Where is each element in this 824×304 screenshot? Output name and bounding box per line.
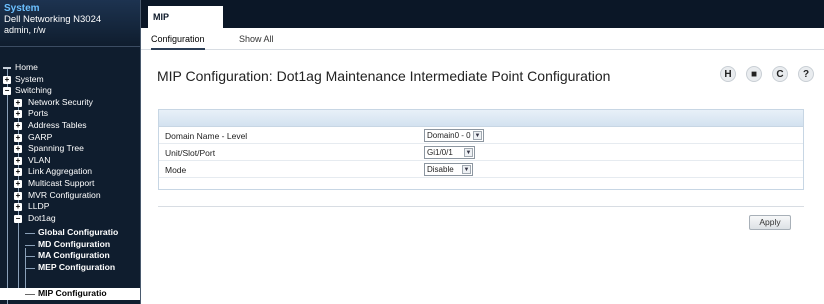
- sidebar-item-address-tables[interactable]: + Address Tables: [0, 120, 140, 132]
- expand-plus-icon[interactable]: +: [14, 180, 22, 188]
- domain-select[interactable]: Domain0 - 0 ▼: [424, 129, 484, 142]
- collapse-minus-icon[interactable]: −: [3, 87, 11, 96]
- sidebar-item-md-configuration[interactable]: MD Configuration: [0, 239, 140, 251]
- domain-label: Domain Name - Level: [165, 131, 248, 141]
- expand-plus-icon[interactable]: +: [14, 122, 22, 130]
- user-role: admin, r/w: [4, 25, 46, 35]
- sidebar-item-label: GARP: [28, 131, 53, 142]
- form-row-mode: Mode Disable ▼: [159, 162, 803, 178]
- tree-branch: [25, 294, 35, 295]
- sidebar-item-ports[interactable]: + Ports: [0, 108, 140, 120]
- chevron-down-icon: ▼: [462, 165, 471, 174]
- port-select[interactable]: Gi1/0/1 ▼: [424, 146, 475, 159]
- sidebar-item-label: Multicast Support: [28, 178, 95, 188]
- domain-select-value: Domain0 - 0: [427, 131, 471, 140]
- sidebar-item-label: Network Security: [28, 96, 93, 107]
- sidebar-item-garp[interactable]: + GARP: [0, 132, 140, 144]
- system-header: System Dell Networking N3024 admin, r/w: [0, 0, 140, 47]
- sidebar-item-mip-configuration[interactable]: MIP Configuratio: [0, 288, 140, 300]
- sidebar-item-spanning-tree[interactable]: + Spanning Tree: [0, 143, 140, 155]
- sub-tab-bar: Configuration Show All: [141, 28, 824, 50]
- mode-select-value: Disable: [427, 165, 454, 174]
- sidebar-item-label: MIP Configuratio: [38, 288, 107, 298]
- page-title: MIP Configuration: Dot1ag Maintenance In…: [157, 68, 611, 84]
- tree-branch: [25, 233, 35, 234]
- expand-plus-icon[interactable]: +: [14, 191, 22, 200]
- sidebar-item-label: MEP Configuration: [38, 261, 116, 272]
- apply-button[interactable]: Apply: [749, 215, 791, 230]
- chevron-down-icon: ▼: [464, 148, 473, 157]
- home-icon: [3, 67, 11, 69]
- expand-plus-icon[interactable]: +: [14, 98, 22, 107]
- expand-plus-icon[interactable]: +: [14, 133, 22, 142]
- sidebar: System Dell Networking N3024 admin, r/w …: [0, 0, 141, 304]
- print-icon[interactable]: ■: [746, 66, 762, 82]
- tab-bar: MIP Configuration: [141, 0, 824, 44]
- form-row-port: Unit/Slot/Port Gi1/0/1 ▼: [159, 145, 803, 161]
- sidebar-item-label: System: [15, 73, 44, 84]
- sidebar-item-label: MVR Configuration: [28, 189, 101, 200]
- tree-branch: [25, 267, 35, 269]
- sidebar-item-system[interactable]: + System: [0, 74, 140, 86]
- sidebar-item-label: MD Configuration: [38, 238, 111, 249]
- sidebar-item-label: Ports: [28, 108, 49, 119]
- tree-branch: [25, 244, 35, 246]
- sidebar-item-label: Spanning Tree: [28, 143, 84, 154]
- sidebar-item-dot1ag[interactable]: − Dot1ag: [0, 213, 140, 225]
- expand-plus-icon[interactable]: +: [14, 110, 22, 119]
- sidebar-item-label: Link Aggregation: [28, 166, 93, 177]
- sidebar-item-label: LLDP: [28, 201, 50, 212]
- sidebar-item-switching[interactable]: − Switching: [0, 85, 140, 97]
- port-label: Unit/Slot/Port: [165, 148, 216, 158]
- mode-label: Mode: [165, 165, 187, 175]
- expand-plus-icon[interactable]: +: [3, 75, 11, 84]
- expand-plus-icon[interactable]: +: [14, 168, 22, 177]
- sidebar-item-link-aggregation[interactable]: + Link Aggregation: [0, 166, 140, 178]
- sidebar-item-label: Switching: [15, 85, 52, 96]
- tab-mip-configuration[interactable]: MIP Configuration: [148, 6, 223, 44]
- sidebar-item-label: Home: [15, 62, 38, 72]
- sidebar-item-home[interactable]: Home: [0, 62, 140, 74]
- sidebar-item-lldp[interactable]: + LLDP: [0, 201, 140, 213]
- sidebar-item-network-security[interactable]: + Network Security: [0, 97, 140, 109]
- collapse-minus-icon[interactable]: −: [14, 214, 22, 223]
- subtab-show-all[interactable]: Show All: [239, 28, 274, 50]
- mip-config-panel: Domain Name - Level Domain0 - 0 ▼ Unit/S…: [158, 109, 804, 190]
- mode-select[interactable]: Disable ▼: [424, 163, 473, 176]
- expand-plus-icon[interactable]: +: [14, 145, 22, 154]
- subtab-configuration[interactable]: Configuration: [151, 28, 205, 50]
- sidebar-item-multicast-support[interactable]: + Multicast Support: [0, 178, 140, 190]
- sidebar-item-mvr-configuration[interactable]: + MVR Configuration: [0, 190, 140, 202]
- refresh-icon[interactable]: C: [772, 66, 788, 82]
- chevron-down-icon: ▼: [473, 131, 482, 140]
- system-title: System: [4, 3, 40, 14]
- help-icon[interactable]: ?: [798, 66, 814, 82]
- sidebar-item-vlan[interactable]: + VLAN: [0, 155, 140, 167]
- form-row-domain: Domain Name - Level Domain0 - 0 ▼: [159, 128, 803, 144]
- sidebar-item-label: Dot1ag: [28, 212, 56, 223]
- sidebar-item-label: MA Configuration: [38, 250, 110, 261]
- sidebar-item-label: VLAN: [28, 154, 51, 165]
- port-select-value: Gi1/0/1: [427, 148, 453, 157]
- expand-plus-icon[interactable]: +: [14, 156, 22, 165]
- sidebar-item-label: Global Configuratio: [38, 227, 119, 237]
- device-model: Dell Networking N3024: [4, 14, 102, 25]
- save-icon[interactable]: H: [720, 66, 736, 82]
- sidebar-item-mep-configuration[interactable]: MEP Configuration: [0, 262, 140, 274]
- tree-branch: [25, 256, 35, 258]
- sidebar-item-label: Address Tables: [28, 120, 87, 130]
- expand-plus-icon[interactable]: +: [14, 203, 22, 212]
- divider: [158, 206, 804, 207]
- sidebar-item-global-configuration[interactable]: Global Configuratio: [0, 227, 140, 239]
- navigation-tree: Home + System − Switching + Network Secu…: [0, 62, 140, 304]
- sidebar-item-ma-configuration[interactable]: MA Configuration: [0, 250, 140, 262]
- app-window: System Dell Networking N3024 admin, r/w …: [0, 0, 824, 304]
- panel-header: [159, 110, 803, 127]
